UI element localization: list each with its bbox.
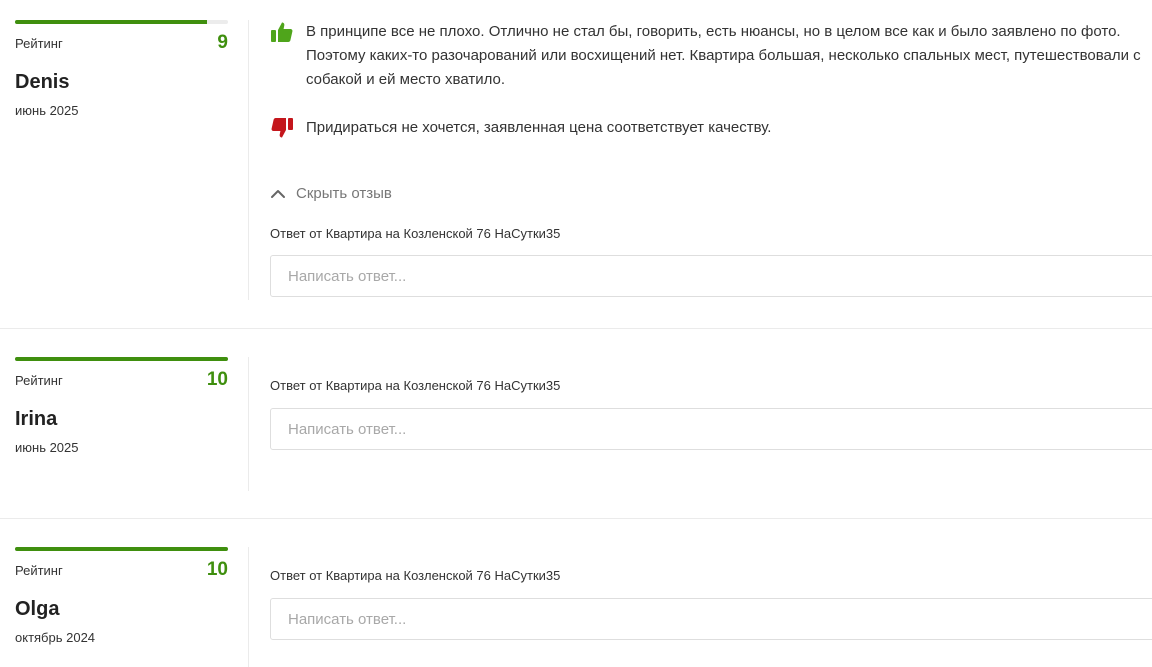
- review-author: Irina: [15, 408, 58, 430]
- reply-input[interactable]: [270, 408, 1152, 450]
- rating-label: Рейтинг: [15, 36, 63, 51]
- thumbs-up-icon: [270, 20, 294, 44]
- rating-bar: [15, 20, 228, 24]
- review-date: июнь 2025: [15, 103, 79, 118]
- column-divider: [248, 20, 249, 300]
- rating-label: Рейтинг: [15, 373, 63, 388]
- rating-score: 10: [206, 559, 228, 580]
- review-card: Рейтинг 9 Denis июнь 2025 В принципе все…: [0, 0, 1152, 328]
- column-divider: [248, 357, 249, 491]
- rating-bar: [15, 357, 228, 361]
- review-date: июнь 2025: [15, 440, 79, 455]
- review-con-text: Придираться не хочется, заявленная цена …: [306, 119, 772, 136]
- hide-review-label: Скрыть отзыв: [296, 185, 392, 202]
- review-author: Olga: [15, 598, 60, 620]
- review-card: Рейтинг 10 Irina июнь 2025 Ответ от Квар…: [0, 329, 1152, 519]
- chevron-up-icon: [270, 186, 286, 202]
- reply-input[interactable]: [270, 598, 1152, 640]
- review-pro-text: В принципе все не плохо. Отлично не стал…: [306, 23, 1141, 88]
- column-divider: [248, 547, 249, 667]
- reply-label: Ответ от Квартира на Козленской 76 НаСут…: [270, 568, 561, 583]
- rating-score: 10: [206, 369, 228, 390]
- rating-bar-fill: [15, 20, 207, 24]
- reply-label: Ответ от Квартира на Козленской 76 НаСут…: [270, 226, 561, 241]
- rating-label: Рейтинг: [15, 563, 63, 578]
- hide-review-button[interactable]: Скрыть отзыв: [270, 185, 392, 202]
- thumbs-down-icon: [270, 116, 294, 140]
- reply-input[interactable]: [270, 255, 1152, 297]
- rating-bar-fill: [15, 357, 228, 361]
- review-date: октябрь 2024: [15, 630, 96, 645]
- review-card: Рейтинг 10 Olga октябрь 2024 Ответ от Кв…: [0, 519, 1152, 667]
- rating-score: 9: [217, 32, 228, 53]
- rating-bar: [15, 547, 228, 551]
- reply-label: Ответ от Квартира на Козленской 76 НаСут…: [270, 378, 561, 393]
- rating-bar-fill: [15, 547, 228, 551]
- review-author: Denis: [15, 71, 70, 93]
